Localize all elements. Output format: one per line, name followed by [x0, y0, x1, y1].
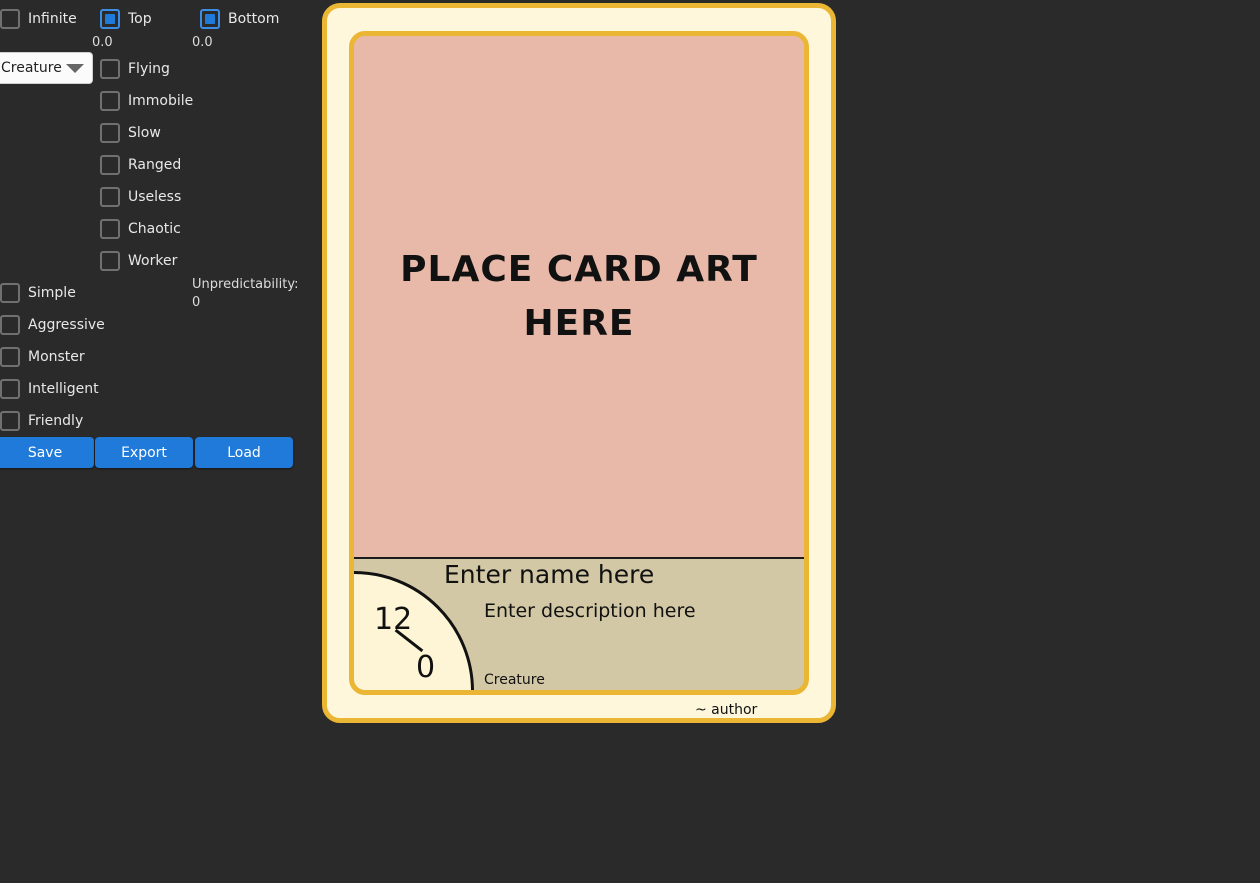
checkbox-box[interactable]: [100, 251, 120, 271]
chaotic-checkbox[interactable]: Chaotic: [100, 218, 181, 240]
attack-value: 12: [374, 602, 413, 637]
flying-checkbox[interactable]: Flying: [100, 58, 170, 80]
bottom-value: 0.0: [192, 35, 213, 50]
load-button[interactable]: Load: [195, 437, 293, 468]
monster-checkbox[interactable]: Monster: [0, 346, 85, 368]
friendly-checkbox[interactable]: Friendly: [0, 410, 83, 432]
ranged-label: Ranged: [128, 157, 182, 173]
card-description[interactable]: Enter description here: [484, 600, 696, 622]
checkbox-box[interactable]: [0, 315, 20, 335]
slow-checkbox[interactable]: Slow: [100, 122, 161, 144]
card-type-value: Creature: [1, 60, 62, 76]
top-checkbox[interactable]: Top: [100, 8, 152, 30]
checkbox-box[interactable]: [0, 347, 20, 367]
checkbox-box[interactable]: [100, 59, 120, 79]
chaotic-label: Chaotic: [128, 221, 181, 237]
worker-label: Worker: [128, 253, 178, 269]
worker-checkbox[interactable]: Worker: [100, 250, 177, 272]
useless-checkbox[interactable]: Useless: [100, 186, 181, 208]
flying-label: Flying: [128, 61, 170, 77]
immobile-checkbox[interactable]: Immobile: [100, 90, 193, 112]
export-button[interactable]: Export: [95, 437, 193, 468]
aggressive-label: Aggressive: [28, 317, 105, 333]
simple-label: Simple: [28, 285, 76, 301]
unpredictability-value: 0: [192, 295, 201, 310]
ranged-checkbox[interactable]: Ranged: [100, 154, 181, 176]
card-art-area[interactable]: PLACE CARD ART HERE: [354, 36, 804, 559]
slow-label: Slow: [128, 125, 161, 141]
card-preview: PLACE CARD ART HERE 12 0 Enter name here…: [322, 3, 836, 723]
checkbox-box[interactable]: [0, 9, 20, 29]
unpredictability-label: Unpredictability:: [192, 277, 299, 292]
checkbox-box[interactable]: [0, 283, 20, 303]
checkbox-box[interactable]: [0, 379, 20, 399]
intelligent-label: Intelligent: [28, 381, 99, 397]
simple-checkbox[interactable]: Simple: [0, 282, 76, 304]
checkbox-box[interactable]: [0, 411, 20, 431]
monster-label: Monster: [28, 349, 85, 365]
top-label: Top: [128, 11, 152, 27]
save-button[interactable]: Save: [0, 437, 94, 468]
checkbox-box[interactable]: [100, 123, 120, 143]
chevron-down-icon: [66, 64, 84, 73]
intelligent-checkbox[interactable]: Intelligent: [0, 378, 99, 400]
checkbox-box[interactable]: [100, 91, 120, 111]
bottom-label: Bottom: [228, 11, 280, 27]
defense-value: 0: [416, 650, 436, 685]
infinite-label: Infinite: [28, 11, 77, 27]
checkbox-box[interactable]: [100, 155, 120, 175]
card-name[interactable]: Enter name here: [444, 560, 654, 589]
checkbox-box[interactable]: [100, 187, 120, 207]
top-value: 0.0: [92, 35, 113, 50]
card-type-text: Creature: [484, 672, 545, 688]
checkbox-box[interactable]: [100, 219, 120, 239]
immobile-label: Immobile: [128, 93, 194, 109]
infinite-checkbox[interactable]: Infinite: [0, 8, 77, 30]
checkbox-box[interactable]: [100, 9, 120, 29]
aggressive-checkbox[interactable]: Aggressive: [0, 314, 105, 336]
bottom-checkbox[interactable]: Bottom: [200, 8, 279, 30]
friendly-label: Friendly: [28, 413, 84, 429]
useless-label: Useless: [128, 189, 182, 205]
checkbox-box[interactable]: [200, 9, 220, 29]
card-art-placeholder: PLACE CARD ART HERE: [400, 248, 758, 344]
card-type-select[interactable]: Creature: [0, 52, 93, 84]
card-inner-frame: PLACE CARD ART HERE 12 0 Enter name here…: [349, 31, 809, 695]
card-author[interactable]: ~ author: [695, 702, 757, 718]
